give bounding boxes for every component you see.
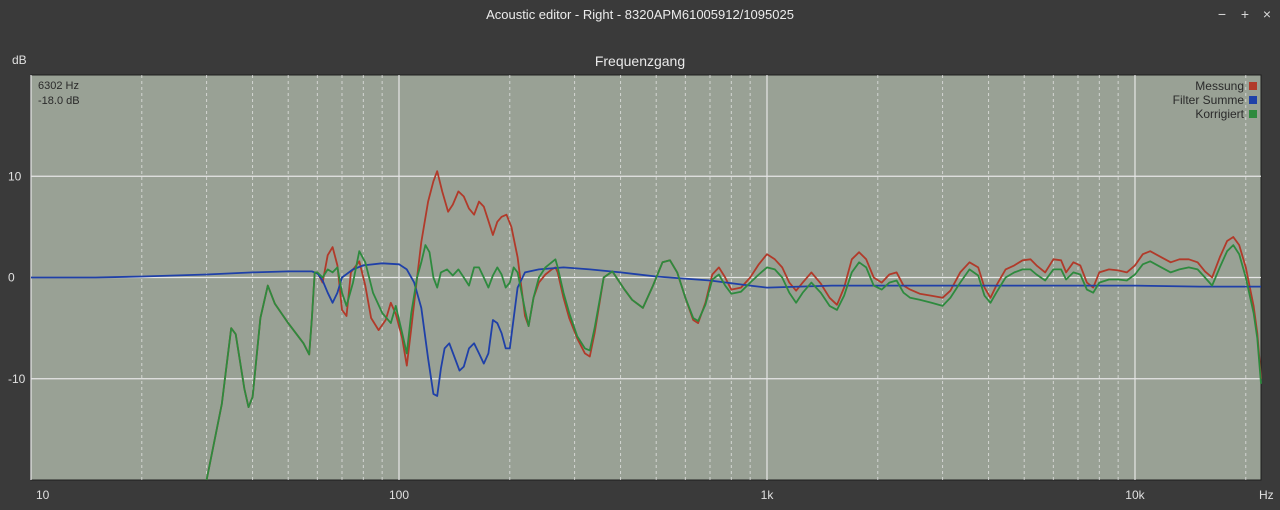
legend-label: Messung: [1195, 79, 1244, 93]
legend-swatch: [1249, 96, 1257, 104]
x-axis-unit-label: Hz: [1259, 488, 1274, 502]
x-tick-label: 100: [389, 488, 409, 502]
legend-swatch: [1249, 82, 1257, 90]
legend-label: Filter Summe: [1173, 93, 1245, 107]
y-tick-label: 10: [8, 169, 22, 183]
x-tick-label: 1k: [761, 488, 775, 502]
cursor-level-readout: -18.0 dB: [38, 95, 80, 107]
legend-swatch: [1249, 110, 1257, 118]
cursor-frequency-readout: 6302 Hz: [38, 80, 79, 92]
x-tick-label: 10: [36, 488, 50, 502]
frequency-response-chart[interactable]: 100-1010 100 1k 10k Hz 6302 Hz -18.0 dB Mes…: [0, 0, 1280, 510]
legend-label: Korrigiert: [1195, 107, 1244, 121]
y-tick-label: -10: [8, 372, 26, 386]
y-tick-label: 0: [8, 271, 15, 285]
x-tick-label: 10k: [1125, 488, 1145, 502]
